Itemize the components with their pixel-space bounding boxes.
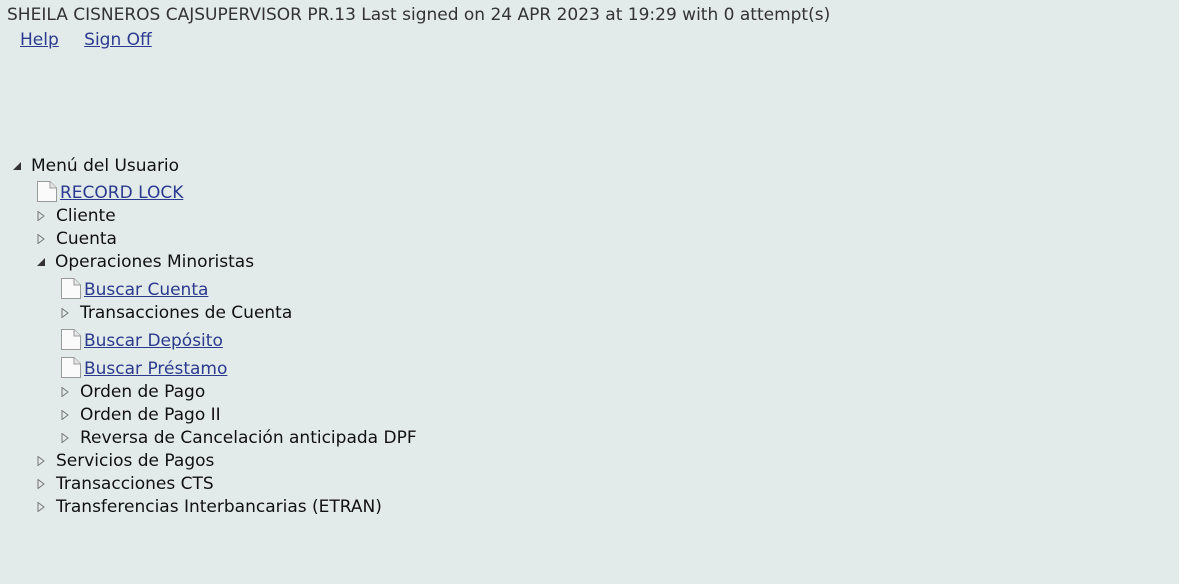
tree-label-orden-de-pago-ii: Orden de Pago II	[80, 405, 221, 425]
tree-node-transacciones-de-cuenta[interactable]: Transacciones de Cuenta	[58, 303, 292, 323]
tree-leaf-record-lock: RECORD LOCK	[36, 181, 183, 203]
tree-node-cliente[interactable]: Cliente	[34, 206, 116, 226]
tree-node-orden-de-pago-ii[interactable]: Orden de Pago II	[58, 405, 221, 425]
collapsed-triangle-icon[interactable]	[34, 474, 48, 494]
tree-node-menu-del-usuario[interactable]: Menú del Usuario	[10, 156, 179, 176]
record-lock-link[interactable]: RECORD LOCK	[60, 183, 183, 203]
collapsed-triangle-icon[interactable]	[34, 229, 48, 249]
document-icon	[60, 329, 82, 351]
tree-node-servicios-de-pagos[interactable]: Servicios de Pagos	[34, 451, 214, 471]
collapsed-triangle-icon[interactable]	[58, 382, 72, 402]
collapsed-triangle-icon[interactable]	[58, 428, 72, 448]
document-icon	[36, 181, 58, 203]
tree-label-cuenta: Cuenta	[56, 229, 117, 249]
tree-label-transacciones-cts: Transacciones CTS	[56, 474, 214, 494]
tree-node-transferencias-interbancarias[interactable]: Transferencias Interbancarias (ETRAN)	[34, 497, 382, 517]
tree-node-transacciones-cts[interactable]: Transacciones CTS	[34, 474, 214, 494]
tree-node-operaciones-minoristas[interactable]: Operaciones Minoristas	[34, 252, 254, 272]
tree-node-reversa-cancelacion[interactable]: Reversa de Cancelación anticipada DPF	[58, 428, 417, 448]
expanded-triangle-icon[interactable]	[10, 156, 24, 176]
collapsed-triangle-icon[interactable]	[58, 303, 72, 323]
tree-label-reversa-cancelacion: Reversa de Cancelación anticipada DPF	[80, 428, 417, 448]
tree-label-menu-del-usuario: Menú del Usuario	[31, 156, 180, 176]
tree-node-cuenta[interactable]: Cuenta	[34, 229, 117, 249]
document-icon	[60, 357, 82, 379]
buscar-deposito-link[interactable]: Buscar Depósito	[84, 331, 223, 351]
tree-leaf-buscar-cuenta: Buscar Cuenta	[60, 278, 208, 300]
collapsed-triangle-icon[interactable]	[34, 451, 48, 471]
collapsed-triangle-icon[interactable]	[34, 206, 48, 226]
tree-label-servicios-de-pagos: Servicios de Pagos	[56, 451, 215, 471]
tree-label-cliente: Cliente	[56, 206, 116, 226]
collapsed-triangle-icon[interactable]	[34, 497, 48, 517]
tree-label-transacciones-de-cuenta: Transacciones de Cuenta	[80, 303, 293, 323]
tree-label-operaciones-minoristas: Operaciones Minoristas	[55, 252, 255, 272]
collapsed-triangle-icon[interactable]	[58, 405, 72, 425]
tree-label-transferencias-interbancarias: Transferencias Interbancarias (ETRAN)	[56, 497, 382, 517]
buscar-cuenta-link[interactable]: Buscar Cuenta	[84, 280, 208, 300]
tree-leaf-buscar-deposito: Buscar Depósito	[60, 329, 223, 351]
tree-leaf-buscar-prestamo: Buscar Préstamo	[60, 357, 227, 379]
document-icon	[60, 278, 82, 300]
tree-node-orden-de-pago[interactable]: Orden de Pago	[58, 382, 205, 402]
expanded-triangle-icon[interactable]	[34, 252, 48, 272]
user-menu-tree: Menú del Usuario RECORD LOCK Cliente Cue…	[0, 0, 1179, 584]
buscar-prestamo-link[interactable]: Buscar Préstamo	[84, 359, 227, 379]
tree-label-orden-de-pago: Orden de Pago	[80, 382, 206, 402]
